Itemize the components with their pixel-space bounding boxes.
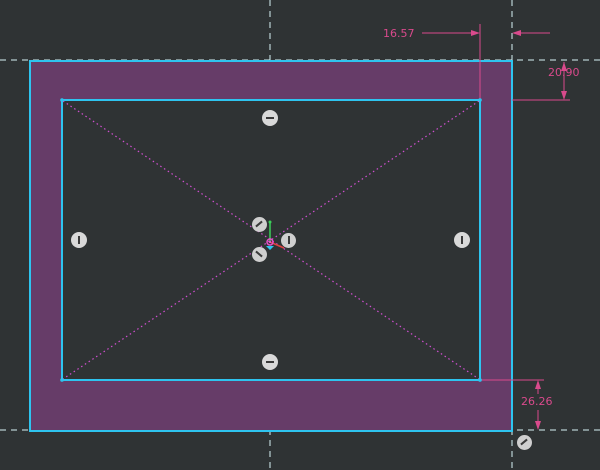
- top-edge-handle[interactable]: [262, 110, 278, 126]
- inner-frame-edge[interactable]: [61, 99, 481, 381]
- center-move-handle[interactable]: [281, 233, 296, 248]
- left-edge-handle[interactable]: [71, 232, 87, 248]
- dimension-label-top-width[interactable]: 16.57: [383, 28, 415, 40]
- right-edge-handle[interactable]: [454, 232, 470, 248]
- center-rotate-handle-lower[interactable]: [252, 247, 267, 262]
- bottom-edge-handle[interactable]: [262, 354, 278, 370]
- dimension-label-right-height[interactable]: 20.90: [548, 67, 580, 79]
- dimension-label-bottom-height[interactable]: 26.26: [521, 396, 553, 408]
- corner-settings-handle[interactable]: [517, 435, 532, 450]
- cad-viewport[interactable]: 16.57 20.90 26.26: [0, 0, 600, 470]
- sketch-canvas[interactable]: [0, 0, 600, 470]
- center-rotate-handle-upper[interactable]: [252, 217, 267, 232]
